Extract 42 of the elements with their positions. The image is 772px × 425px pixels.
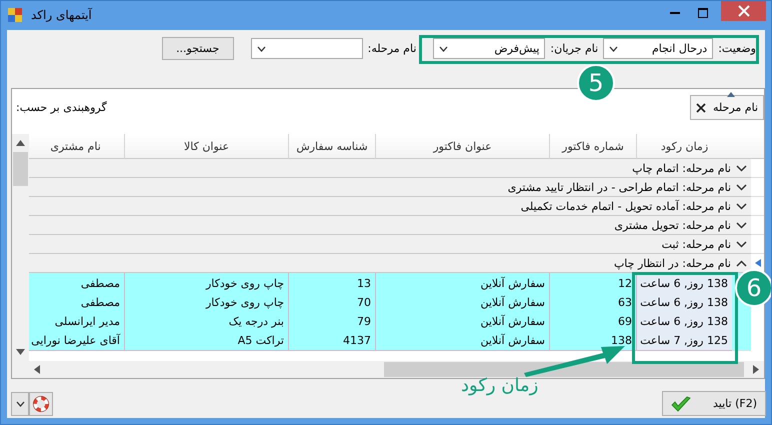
group-row[interactable]: نام مرحله: تحویل مشتری	[29, 216, 732, 235]
table-cell: 4137	[288, 330, 375, 351]
stage-label: نام مرحله:	[368, 42, 416, 55]
table-cell: 125 روز, 7 ساعت	[636, 330, 732, 351]
table-cell: 70	[288, 292, 375, 313]
group-row[interactable]: نام مرحله: ثبت	[29, 235, 732, 254]
table-cell: سفارش آنلاین	[375, 292, 549, 313]
table-cell: مصطفی	[29, 292, 124, 313]
status-label: وضعیت:	[718, 42, 756, 55]
group-by-label: گروهبندی بر حسب:	[16, 101, 107, 114]
column-header[interactable]: شناسه سفارش	[288, 134, 375, 159]
table-cell: مدیر ایرانسلی	[29, 311, 124, 332]
table-cell: سفارش آنلاین	[375, 330, 549, 351]
table-cell: تراکت A5	[124, 330, 288, 351]
table-cell: چاپ روی خودکار	[124, 273, 288, 294]
table-cell: بنر درجه یک	[124, 311, 288, 332]
table-cell: سفارش آنلاین	[375, 311, 549, 332]
table-cell: چاپ روی خودکار	[124, 292, 288, 313]
group-row[interactable]: نام مرحله: آماده تحویل - اتمام خدمات تکمیلی	[29, 197, 732, 216]
group-row[interactable]: نام مرحله: در انتظار چاپ	[29, 254, 732, 273]
table-cell: آقای علیرضا نورایی	[29, 330, 124, 351]
status-dropdown[interactable]: درحال انجام	[603, 38, 714, 59]
table-cell: 79	[288, 311, 375, 332]
column-header[interactable]: عنوان کالا	[124, 134, 288, 159]
group-row[interactable]: نام مرحله: اتمام چاپ	[29, 159, 732, 178]
table-cell: سفارش آنلاین	[375, 273, 549, 294]
annotation-caption: زمان رکود	[461, 375, 538, 396]
group-row[interactable]: نام مرحله: اتمام طراحی - در انتظار تایید مشتری	[29, 178, 732, 197]
flow-dropdown[interactable]: پیش‌فرض	[433, 38, 546, 59]
flow-label: نام جریان:	[550, 42, 598, 55]
group-chip[interactable]: نام مرحله	[690, 95, 764, 120]
table-cell: 138 روز, 6 ساعت	[636, 292, 732, 313]
column-header[interactable]: عنوان فاکتور	[375, 134, 549, 159]
column-header[interactable]: شماره فاکتور	[549, 134, 636, 159]
table-cell: 138	[549, 330, 636, 351]
window-title: آیتمهای راکد	[31, 8, 92, 22]
table-cell: 138 روز, 6 ساعت	[636, 311, 732, 332]
search-button[interactable]: جستجو...	[162, 37, 234, 60]
confirm-button[interactable]: تایید (F2)	[662, 391, 766, 416]
column-header[interactable]: زمان رکود	[636, 134, 732, 159]
table-cell: 13	[288, 273, 375, 294]
table-cell: مصطفی	[29, 273, 124, 294]
